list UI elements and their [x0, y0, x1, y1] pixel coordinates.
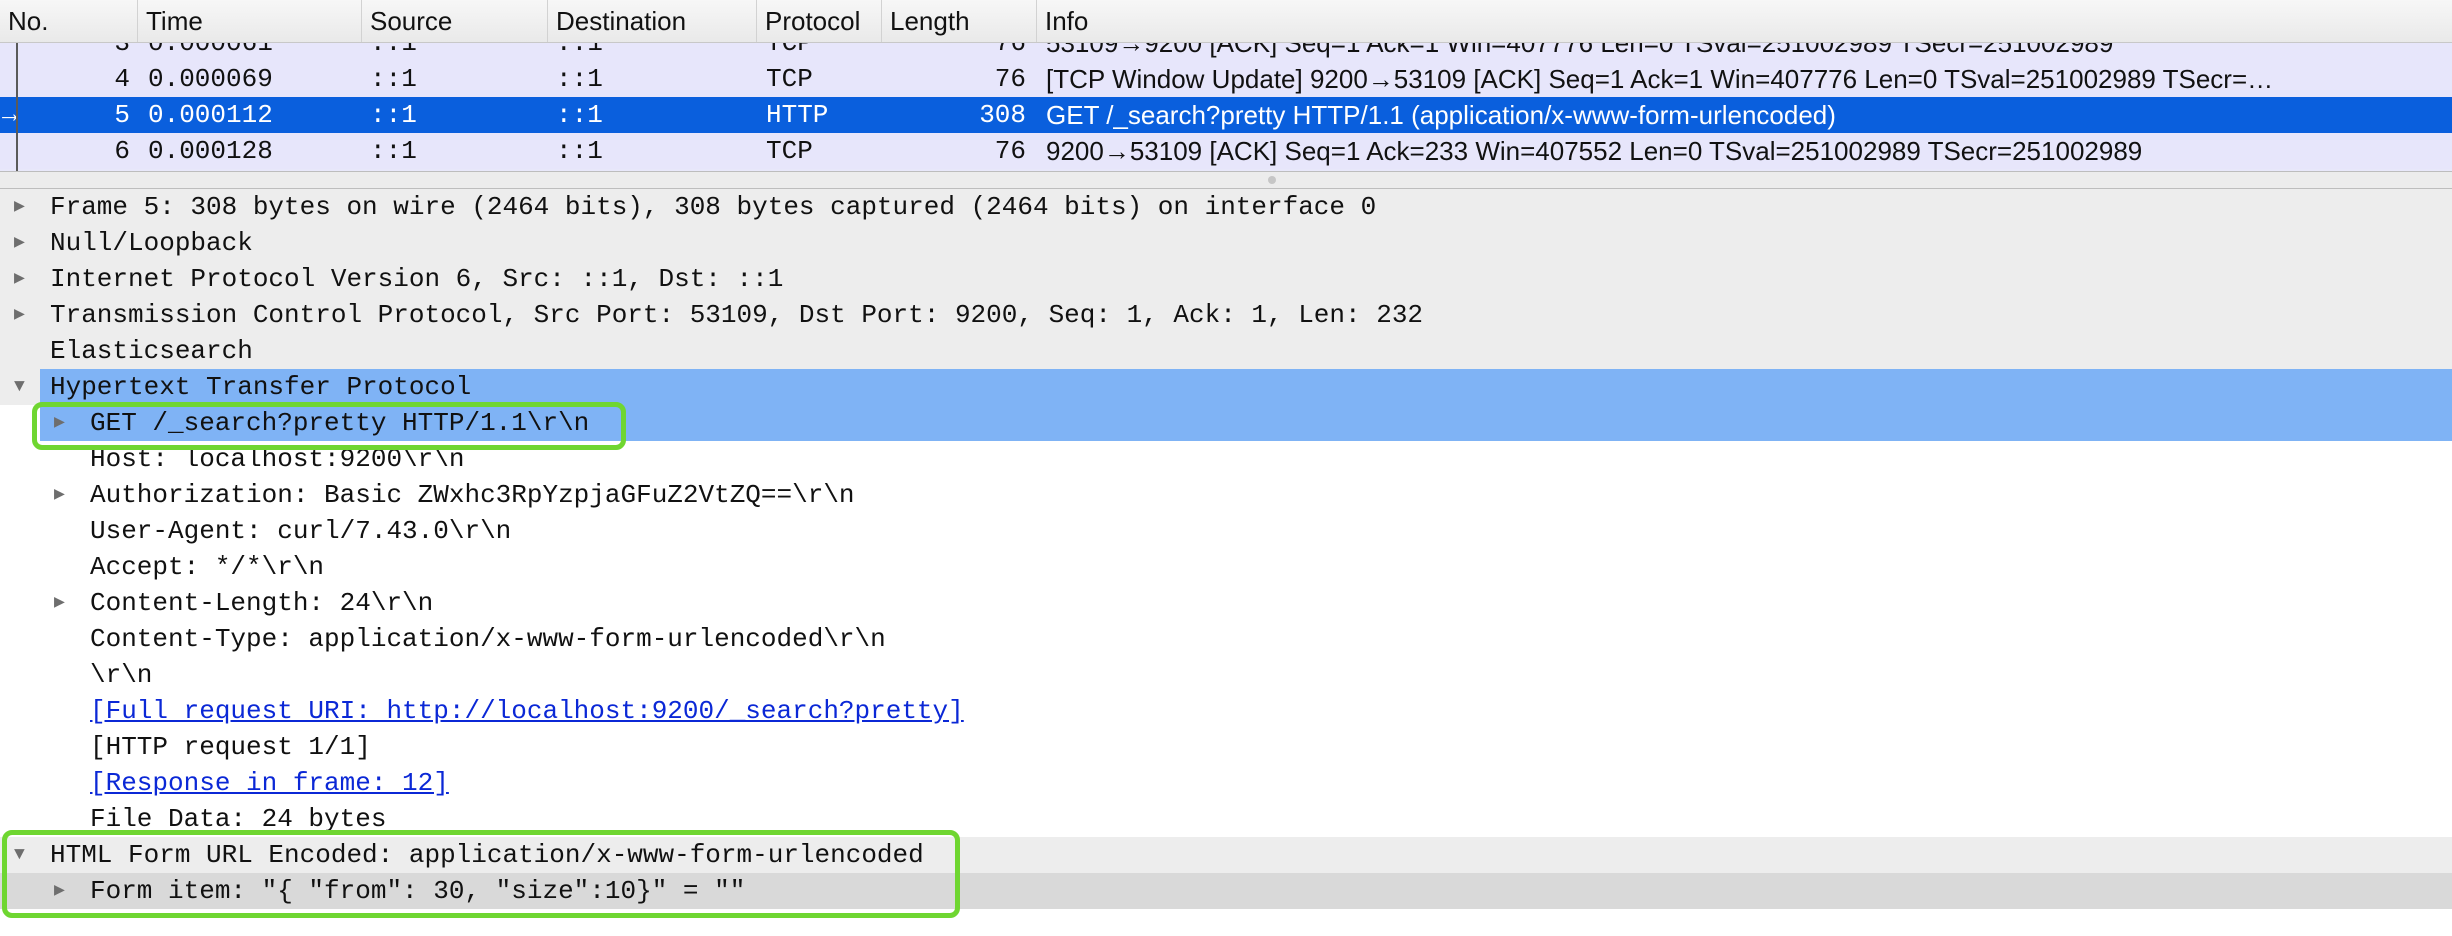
- tree-item-null-loopback[interactable]: ▶ Null/Loopback: [0, 225, 2452, 261]
- packet-list: 3 0.000061 ::1 ::1 TCP 76 53109→9200 [AC…: [0, 43, 2452, 171]
- expand-triangle-icon[interactable]: ▶: [14, 225, 25, 261]
- tree-item-label: Accept: */*\r\n: [90, 552, 325, 582]
- packet-info: 53109→9200 [ACK] Seq=1 Ack=1 Win=407776 …: [1046, 43, 2114, 58]
- packet-length: 308: [979, 100, 1026, 130]
- packet-time: 0.000061: [148, 43, 273, 58]
- packet-no: 6: [114, 136, 130, 166]
- column-header-protocol[interactable]: Protocol: [756, 0, 881, 42]
- tree-item-label: Internet Protocol Version 6, Src: ::1, D…: [50, 264, 784, 294]
- packet-length: 76: [994, 136, 1026, 166]
- tree-item-label: Authorization: Basic ZWxhc3RpYzpjaGFuZ2V…: [90, 480, 855, 510]
- tree-item-full-request-uri[interactable]: [Full request URI: http://localhost:9200…: [0, 693, 2452, 729]
- packet-destination: ::1: [556, 136, 603, 166]
- tree-item-label: User-Agent: curl/7.43.0\r\n: [90, 516, 512, 546]
- column-header-destination[interactable]: Destination: [547, 0, 756, 42]
- column-header-no[interactable]: No.: [0, 0, 136, 42]
- packet-source: ::1: [370, 100, 417, 130]
- packet-no: 5: [114, 100, 130, 130]
- packet-destination: ::1: [556, 43, 603, 58]
- packet-row-3[interactable]: 3 0.000061 ::1 ::1 TCP 76 53109→9200 [AC…: [0, 43, 2452, 61]
- tree-item-content-length[interactable]: ▶ Content-Length: 24\r\n: [0, 585, 2452, 621]
- collapse-triangle-icon[interactable]: ▼: [14, 369, 25, 405]
- packet-protocol: HTTP: [766, 100, 829, 130]
- expand-triangle-icon[interactable]: ▶: [14, 189, 25, 225]
- tree-item-response-in-frame[interactable]: [Response in frame: 12]: [0, 765, 2452, 801]
- packet-length: 76: [994, 43, 1026, 58]
- tree-item-authorization[interactable]: ▶ Authorization: Basic ZWxhc3RpYzpjaGFuZ…: [0, 477, 2452, 513]
- expand-triangle-icon[interactable]: ▶: [54, 585, 65, 621]
- packet-details-tree: ▶ Frame 5: 308 bytes on wire (2464 bits)…: [0, 189, 2452, 936]
- packet-row-6[interactable]: 6 0.000128 ::1 ::1 TCP 76 9200→53109 [AC…: [0, 133, 2452, 169]
- annotation-box-form-data: [2, 830, 960, 918]
- packet-info: GET /_search?pretty HTTP/1.1 (applicatio…: [1046, 100, 1836, 130]
- packet-info: [TCP Window Update] 9200→53109 [ACK] Seq…: [1046, 64, 2274, 94]
- packet-row-4[interactable]: 4 0.000069 ::1 ::1 TCP 76 [TCP Window Up…: [0, 61, 2452, 97]
- tree-item-label: Frame 5: 308 bytes on wire (2464 bits), …: [50, 192, 1377, 222]
- pane-splitter[interactable]: [0, 171, 2452, 189]
- tree-item-label: Elasticsearch: [50, 336, 253, 366]
- packet-protocol: TCP: [766, 43, 813, 58]
- packet-length: 76: [994, 64, 1026, 94]
- packet-source: ::1: [370, 64, 417, 94]
- packet-source: ::1: [370, 136, 417, 166]
- tree-item-accept[interactable]: Accept: */*\r\n: [0, 549, 2452, 585]
- full-request-uri-link[interactable]: [Full request URI: http://localhost:9200…: [90, 693, 964, 729]
- tree-item-label: \r\n: [90, 660, 153, 690]
- column-header-source[interactable]: Source: [361, 0, 547, 42]
- expand-triangle-icon[interactable]: ▶: [14, 261, 25, 297]
- tree-item-user-agent[interactable]: User-Agent: curl/7.43.0\r\n: [0, 513, 2452, 549]
- packet-destination: ::1: [556, 64, 603, 94]
- tree-item-label: Transmission Control Protocol, Src Port:…: [50, 300, 1424, 330]
- tree-item-label: Hypertext Transfer Protocol: [50, 372, 472, 402]
- packet-row-5[interactable]: → 5 0.000112 ::1 ::1 HTTP 308 GET /_sear…: [0, 97, 2452, 133]
- tree-item-content-type[interactable]: Content-Type: application/x-www-form-url…: [0, 621, 2452, 657]
- related-packets-line: [16, 43, 18, 171]
- response-in-frame-link[interactable]: [Response in frame: 12]: [90, 765, 449, 801]
- tree-item-http-request-count[interactable]: [HTTP request 1/1]: [0, 729, 2452, 765]
- expand-triangle-icon[interactable]: ▶: [54, 477, 65, 513]
- expand-triangle-icon[interactable]: ▶: [14, 297, 25, 333]
- tree-item-elasticsearch[interactable]: Elasticsearch: [0, 333, 2452, 369]
- packet-time: 0.000128: [148, 136, 273, 166]
- tree-item-tcp[interactable]: ▶ Transmission Control Protocol, Src Por…: [0, 297, 2452, 333]
- packet-time: 0.000112: [148, 100, 273, 130]
- packet-source: ::1: [370, 43, 417, 58]
- packet-time: 0.000069: [148, 64, 273, 94]
- column-header-time[interactable]: Time: [137, 0, 361, 42]
- packet-protocol: TCP: [766, 64, 813, 94]
- packet-protocol: TCP: [766, 136, 813, 166]
- annotation-box-request-line: [32, 402, 626, 450]
- packet-no: 3: [114, 43, 130, 58]
- packet-list-header: No. Time Source Destination Protocol Len…: [0, 0, 2452, 43]
- packet-no: 4: [114, 64, 130, 94]
- splitter-grip-icon: [1268, 176, 1276, 184]
- column-header-info[interactable]: Info: [1036, 0, 2452, 42]
- tree-item-frame[interactable]: ▶ Frame 5: 308 bytes on wire (2464 bits)…: [0, 189, 2452, 225]
- packet-info: 9200→53109 [ACK] Seq=1 Ack=233 Win=40755…: [1046, 136, 2143, 166]
- tree-item-crlf[interactable]: \r\n: [0, 657, 2452, 693]
- tree-item-http[interactable]: ▼ Hypertext Transfer Protocol: [0, 369, 2452, 405]
- tree-item-label: Content-Length: 24\r\n: [90, 588, 434, 618]
- tree-item-label: Null/Loopback: [50, 228, 253, 258]
- tree-item-label: Content-Type: application/x-www-form-url…: [90, 624, 886, 654]
- tree-item-label: [HTTP request 1/1]: [90, 732, 371, 762]
- column-header-length[interactable]: Length: [881, 0, 1036, 42]
- tree-item-ipv6[interactable]: ▶ Internet Protocol Version 6, Src: ::1,…: [0, 261, 2452, 297]
- packet-destination: ::1: [556, 100, 603, 130]
